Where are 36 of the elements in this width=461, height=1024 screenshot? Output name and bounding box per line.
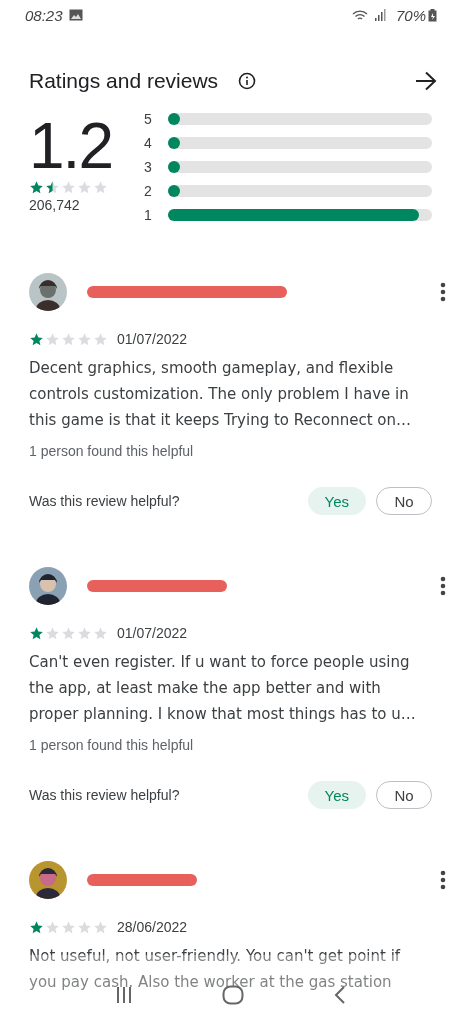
bar-label: 4 — [144, 134, 153, 151]
bar-label: 2 — [144, 182, 153, 199]
review-date: 01/07/2022 — [117, 331, 188, 347]
review-text: Decent graphics, smooth gameplay, and flexible controls customization. The only problem I have in this game is that it keeps Trying to Reconnect on… — [29, 358, 412, 431]
bar-label: 1 — [144, 206, 153, 223]
review-date: 28/06/2022 — [117, 919, 188, 935]
signal-icon — [373, 8, 386, 22]
battery-icon — [428, 8, 437, 22]
vote-button[interactable]: Yes — [307, 487, 366, 515]
average-rating: 1.2 — [29, 112, 113, 180]
info-icon[interactable] — [238, 72, 257, 90]
bar-label: 3 — [144, 158, 153, 175]
helpful-count: 1 person found this helpful — [29, 443, 195, 459]
back-icon[interactable] — [334, 985, 347, 1005]
arrow-right-icon[interactable] — [415, 71, 437, 91]
bar-label: 5 — [144, 110, 153, 127]
recent-apps-icon[interactable] — [114, 986, 133, 1004]
review-text: Not useful, not user-friendly. You can't get point if you pay cash. Also the worker at the gas station — [29, 946, 402, 993]
more-options-icon[interactable] — [440, 870, 446, 890]
review-date: 01/07/2022 — [117, 625, 188, 641]
helpful-count: 1 person found this helpful — [29, 737, 195, 753]
home-icon[interactable] — [222, 985, 245, 1005]
section-title: Ratings and reviews — [29, 69, 219, 93]
rating-count: 206,742 — [29, 197, 81, 213]
wifi-icon — [351, 8, 368, 22]
more-options-icon[interactable] — [440, 576, 446, 596]
more-options-icon[interactable] — [440, 282, 446, 302]
helpful-question: Was this review helpful? — [29, 493, 180, 509]
vote-button[interactable]: No — [376, 487, 432, 515]
review-text: Can't even register. If u want to force people using the app, at least make the app better and with proper planning. I know that most things has to u… — [29, 652, 417, 725]
image-icon — [68, 9, 83, 21]
vote-button[interactable]: No — [376, 781, 432, 809]
helpful-question: Was this review helpful? — [29, 787, 180, 803]
status-time: 08:23 — [25, 6, 63, 24]
battery-percent: 70% — [395, 6, 426, 24]
vote-button[interactable]: Yes — [307, 781, 366, 809]
